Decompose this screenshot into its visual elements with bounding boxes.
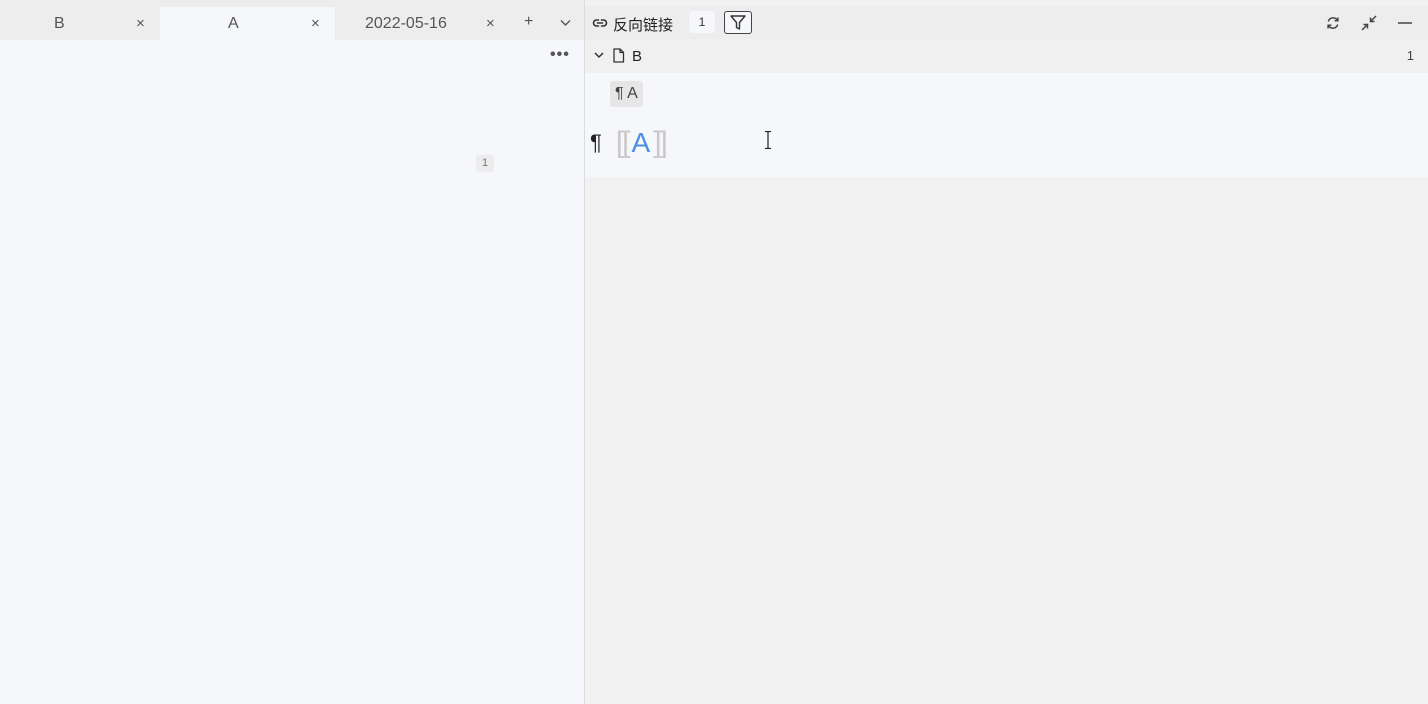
chevron-down-icon bbox=[560, 20, 571, 26]
chevron-down-icon[interactable] bbox=[593, 49, 605, 61]
add-tab-button[interactable]: + bbox=[524, 13, 533, 31]
minimize-icon[interactable] bbox=[1396, 14, 1414, 32]
editor-pane: B × A × 2022-05-16 × + ••• 1 bbox=[0, 0, 584, 704]
tab-2022-05-16[interactable]: 2022-05-16 × bbox=[335, 7, 510, 40]
link-close-bracket: ]] bbox=[653, 126, 668, 159]
filter-icon bbox=[730, 15, 746, 30]
source-reference-count: 1 bbox=[1406, 48, 1414, 63]
collapse-icon[interactable] bbox=[1360, 14, 1378, 32]
reference-count-badge[interactable]: 1 bbox=[476, 155, 494, 172]
backlinks-pane: 反向链接 1 B 1 ¶ A ¶ [[A]] bbox=[585, 0, 1428, 704]
tab-label: A bbox=[228, 15, 239, 32]
link-open-bracket: [[ bbox=[615, 126, 631, 159]
breadcrumb[interactable]: ¶ A bbox=[610, 81, 643, 107]
tab-close-button[interactable]: × bbox=[311, 15, 320, 32]
app-window: B × A × 2022-05-16 × + ••• 1 反向链接 1 B 1 … bbox=[0, 0, 1428, 704]
document-icon bbox=[613, 48, 625, 63]
backlinks-title: 反向链接 bbox=[613, 17, 674, 34]
backlink-group: B 1 ¶ A ¶ [[ A ]] bbox=[585, 39, 1428, 177]
tab-label: 2022-05-16 bbox=[365, 15, 447, 32]
tab-label: B bbox=[54, 15, 65, 32]
link-icon bbox=[592, 19, 608, 27]
paragraph-icon: ¶ bbox=[590, 130, 602, 155]
refresh-icon[interactable] bbox=[1324, 14, 1342, 32]
backlink-paragraph[interactable]: ¶ [[ A ]] bbox=[590, 126, 668, 160]
more-options-button[interactable]: ••• bbox=[550, 46, 570, 64]
tab-bar: B × A × 2022-05-16 × + bbox=[0, 0, 584, 40]
tab-menu-button[interactable] bbox=[560, 14, 571, 32]
backlinks-empty-area bbox=[585, 177, 1428, 704]
backlinks-count: 1 bbox=[689, 11, 715, 33]
tab-b[interactable]: B × bbox=[0, 7, 160, 40]
backlink-source-row[interactable]: B 1 bbox=[585, 39, 1428, 73]
backlinks-header: 反向链接 1 bbox=[585, 6, 1428, 39]
tab-a[interactable]: A × bbox=[160, 7, 335, 40]
source-document-name: B bbox=[632, 48, 643, 65]
text-cursor-icon bbox=[765, 131, 771, 149]
wiki-link[interactable]: A bbox=[632, 127, 651, 159]
tab-close-button[interactable]: × bbox=[136, 15, 145, 32]
tab-close-button[interactable]: × bbox=[486, 15, 495, 32]
filter-button[interactable] bbox=[724, 11, 752, 34]
